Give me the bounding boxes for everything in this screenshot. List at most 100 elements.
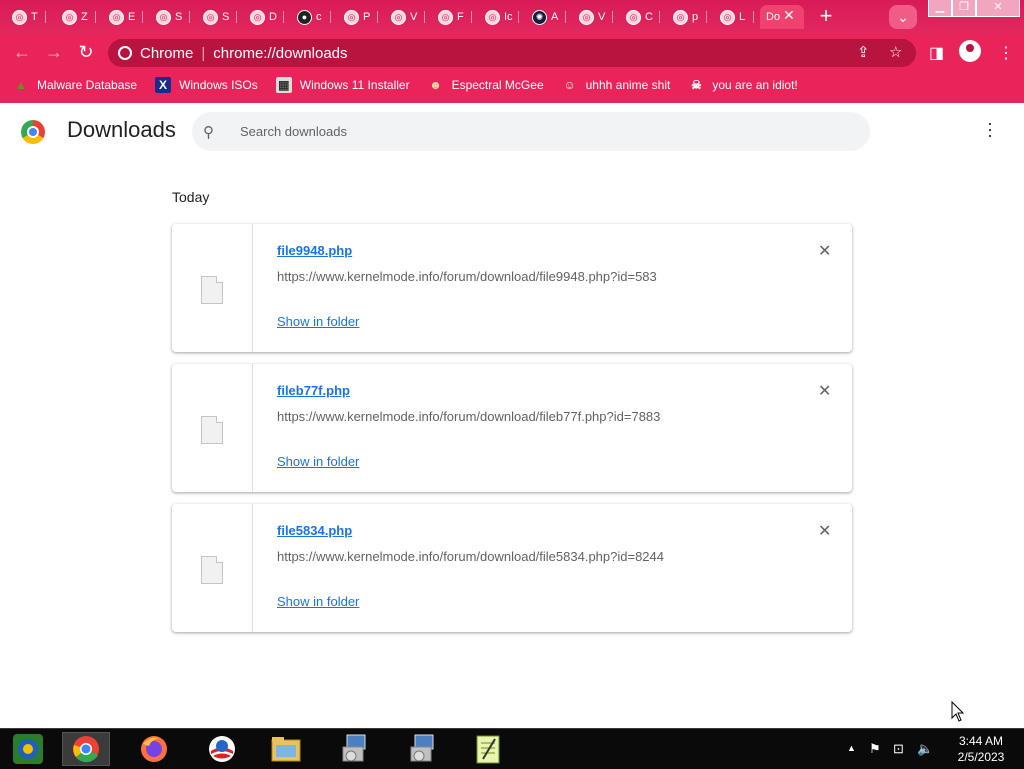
minimize-button[interactable]: ▁ bbox=[928, 0, 952, 17]
folder-icon bbox=[271, 737, 301, 762]
profile-avatar[interactable] bbox=[959, 40, 981, 62]
tab-search-button[interactable]: ⌄ bbox=[889, 5, 917, 29]
show-in-folder-link[interactable]: Show in folder bbox=[277, 454, 359, 469]
tab[interactable]: ◎ C bbox=[620, 5, 660, 29]
tab[interactable]: ◎ P bbox=[338, 5, 378, 29]
file-url: https://www.kernelmode.info/forum/downlo… bbox=[277, 269, 657, 284]
taskbar: ▲ ⚑ ⊡ 🔈 3:44 AM 2/5/2023 bbox=[0, 728, 1024, 769]
globe-icon: ◎ bbox=[203, 9, 218, 25]
bookmark-item[interactable]: X Windows ISOs bbox=[155, 77, 258, 93]
taskbar-app-circle[interactable] bbox=[198, 732, 246, 766]
tab[interactable]: ◎ F bbox=[432, 5, 472, 29]
volume-icon[interactable]: 🔈 bbox=[917, 741, 933, 757]
bookmark-item[interactable]: ▲ Malware Database bbox=[13, 77, 137, 93]
more-options-icon[interactable]: · · · bbox=[985, 114, 995, 144]
chrome-icon bbox=[73, 736, 99, 763]
tab[interactable]: ◎ p bbox=[667, 5, 707, 29]
tab[interactable]: ◎ V bbox=[385, 5, 425, 29]
bookmark-item[interactable]: ☠ you are an idiot! bbox=[688, 77, 798, 93]
network-icon[interactable]: ⊡ bbox=[893, 741, 904, 757]
url-text: chrome://downloads bbox=[213, 44, 348, 62]
download-item: file5834.php https://www.kernelmode.info… bbox=[172, 504, 852, 632]
installer-icon bbox=[342, 734, 366, 762]
clock-time: 3:44 AM bbox=[958, 734, 1004, 748]
mouse-cursor-icon bbox=[951, 701, 965, 722]
bug-icon: ▲ bbox=[15, 78, 27, 92]
taskbar-firefox[interactable] bbox=[130, 732, 178, 766]
start-button[interactable] bbox=[4, 732, 52, 766]
taskbar-notepad[interactable] bbox=[464, 732, 512, 766]
bookmark-item[interactable]: ☺ uhhh anime shit bbox=[562, 77, 670, 93]
restore-button[interactable]: ❐ bbox=[952, 0, 976, 17]
reload-button[interactable]: ↻ bbox=[74, 40, 98, 64]
tab[interactable]: ◎ V bbox=[573, 5, 613, 29]
search-box[interactable]: ⚲ bbox=[192, 112, 870, 151]
tab[interactable]: ◎ D bbox=[244, 5, 284, 29]
taskbar-installer-1[interactable] bbox=[331, 732, 379, 766]
taskbar-chrome[interactable] bbox=[62, 732, 110, 766]
search-input[interactable] bbox=[238, 123, 802, 140]
firefox-icon bbox=[141, 736, 167, 762]
remove-download-icon[interactable]: ✕ bbox=[818, 241, 831, 261]
show-in-folder-link[interactable]: Show in folder bbox=[277, 594, 359, 609]
skull-icon: ☠ bbox=[690, 78, 702, 92]
globe-icon: ◎ bbox=[579, 9, 594, 25]
remove-download-icon[interactable]: ✕ bbox=[818, 521, 831, 541]
tab[interactable]: ✺ A bbox=[526, 5, 566, 29]
bookmark-item[interactable]: ▦ Windows 11 Installer bbox=[275, 77, 410, 93]
windows-logo-icon bbox=[13, 734, 43, 764]
globe-icon: ◎ bbox=[62, 9, 77, 25]
menu-icon[interactable]: ⋮ bbox=[998, 43, 1014, 63]
site-label: Chrome bbox=[140, 44, 194, 62]
back-button[interactable]: ← bbox=[10, 40, 34, 64]
tab[interactable]: ◎ E bbox=[103, 5, 143, 29]
taskbar-file-explorer[interactable] bbox=[262, 732, 310, 766]
globe-icon: ◎ bbox=[485, 9, 500, 25]
tab[interactable]: ◎ L bbox=[714, 5, 754, 29]
bookmarks-bar: ▲ Malware Database X Windows ISOs ▦ Windows… bbox=[0, 72, 1024, 98]
system-clock[interactable]: 3:44 AM 2/5/2023 bbox=[945, 733, 1017, 765]
tab-active[interactable]: Do bbox=[760, 5, 804, 29]
bookmark-item[interactable]: ☻ Espectral McGee bbox=[428, 77, 543, 93]
file-url: https://www.kernelmode.info/forum/downlo… bbox=[277, 549, 664, 564]
side-panel-icon[interactable]: ◨ bbox=[929, 43, 944, 63]
obama-logo-icon bbox=[209, 736, 235, 762]
file-icon bbox=[201, 276, 223, 304]
chrome-logo bbox=[21, 120, 45, 144]
address-bar[interactable]: Chrome | chrome://downloads ⇪ ☆ bbox=[108, 39, 916, 67]
file-name-link[interactable]: fileb77f.php bbox=[277, 383, 350, 398]
globe-icon: ◎ bbox=[250, 9, 265, 25]
file-name-link[interactable]: file9948.php bbox=[277, 243, 352, 258]
browser-frame: ◎ T ◎ Z ◎ E ◎ S ◎ S ◎ D ● c ◎ P ◎ V ◎ F ◎ Ic ✺ A ◎ V … bbox=[0, 0, 1024, 103]
globe-icon: ◎ bbox=[109, 9, 124, 25]
bookmark-star-icon[interactable]: ☆ bbox=[889, 39, 902, 67]
action-center-flag-icon[interactable]: ⚑ bbox=[869, 741, 881, 757]
close-tab-icon[interactable]: ✕ bbox=[783, 7, 795, 24]
file-name-link[interactable]: file5834.php bbox=[277, 523, 352, 538]
globe-icon: ◎ bbox=[344, 9, 359, 25]
page-title: Downloads bbox=[67, 117, 176, 142]
installer-icon bbox=[410, 734, 434, 762]
tab[interactable]: ◎ S bbox=[197, 5, 237, 29]
show-hidden-icons-icon[interactable]: ▲ bbox=[847, 743, 856, 753]
tab[interactable]: ◎ Z bbox=[56, 5, 96, 29]
virus-icon: ✺ bbox=[532, 9, 547, 25]
chrome-icon bbox=[118, 46, 132, 60]
tab[interactable]: ● c bbox=[291, 5, 331, 29]
new-tab-button[interactable]: + bbox=[813, 5, 839, 29]
share-icon[interactable]: ⇪ bbox=[857, 39, 870, 67]
globe-icon: ◎ bbox=[391, 9, 406, 25]
toolbar: ← → ↻ Chrome | chrome://downloads ⇪ ☆ ◨ … bbox=[0, 34, 1024, 70]
download-item: file9948.php https://www.kernelmode.info… bbox=[172, 224, 852, 352]
face-icon: ☻ bbox=[429, 78, 442, 92]
remove-download-icon[interactable]: ✕ bbox=[818, 381, 831, 401]
close-window-button[interactable]: ✕ bbox=[976, 0, 1020, 17]
tab[interactable]: ◎ S bbox=[150, 5, 190, 29]
tab[interactable]: ◎ T bbox=[6, 5, 46, 29]
show-in-folder-link[interactable]: Show in folder bbox=[277, 314, 359, 329]
forward-button[interactable]: → bbox=[42, 40, 66, 64]
anime-icon: ☺ bbox=[563, 78, 576, 92]
search-icon: ⚲ bbox=[203, 123, 214, 141]
taskbar-installer-2[interactable] bbox=[399, 732, 447, 766]
tab[interactable]: ◎ Ic bbox=[479, 5, 519, 29]
